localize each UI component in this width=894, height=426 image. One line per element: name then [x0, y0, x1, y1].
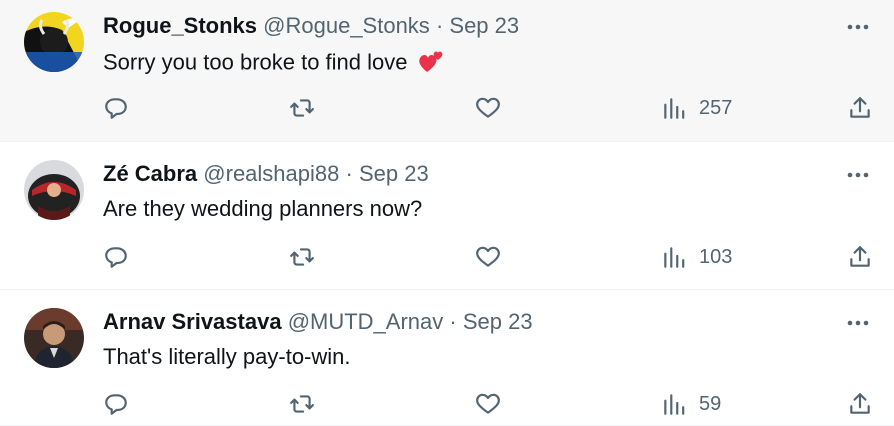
display-name[interactable]: Zé Cabra	[103, 161, 197, 186]
retweet-icon	[290, 248, 314, 266]
more-options-button[interactable]	[844, 308, 872, 336]
separator-dot: ·	[345, 161, 353, 186]
tweet-text: Are they wedding planners now?	[103, 196, 423, 221]
reply-icon	[105, 394, 127, 415]
share-button[interactable]	[847, 388, 873, 420]
user-handle[interactable]: @MUTD_Arnav	[288, 309, 444, 334]
share-icon	[850, 97, 870, 118]
views-icon	[664, 394, 685, 415]
reply-icon	[105, 98, 127, 119]
separator-dot: ·	[435, 13, 444, 38]
reply-feed: Rogue_Stonks @Rogue_Stonks · Sep 23 Sorr…	[0, 0, 894, 426]
retweet-icon	[290, 99, 314, 117]
tweet-actions: 103	[0, 241, 894, 273]
reply-button[interactable]	[103, 92, 129, 124]
display-name[interactable]: Arnav Srivastava	[103, 309, 282, 334]
user-handle[interactable]: @Rogue_Stonks	[263, 13, 430, 38]
display-name[interactable]: Rogue_Stonks	[103, 13, 257, 38]
tweet-text: Sorry you too broke to find love	[103, 46, 446, 81]
tweet-header: Zé Cabra @realshapi88 · Sep 23	[103, 160, 429, 188]
share-icon	[850, 393, 870, 414]
heart-icon	[476, 246, 500, 267]
heart-icon	[476, 97, 500, 118]
avatar[interactable]	[24, 160, 84, 220]
more-icon	[847, 17, 869, 35]
tweet[interactable]: Rogue_Stonks @Rogue_Stonks · Sep 23 Sorr…	[0, 0, 894, 142]
heart-icon	[476, 393, 500, 414]
views-button[interactable]: 103	[661, 241, 732, 273]
views-button[interactable]: 257	[661, 92, 732, 124]
share-button[interactable]	[847, 92, 873, 124]
tweet-actions: 59	[0, 388, 894, 420]
view-count: 103	[699, 245, 733, 268]
tweet-text: That's literally pay-to-win.	[103, 344, 351, 369]
two-hearts-icon	[418, 46, 446, 81]
view-count: 257	[699, 96, 733, 119]
more-options-button[interactable]	[844, 12, 872, 40]
view-count: 59	[699, 392, 722, 415]
views-button[interactable]: 59	[661, 388, 721, 420]
reply-button[interactable]	[103, 241, 129, 273]
retweet-button[interactable]	[289, 92, 315, 124]
more-options-button[interactable]	[844, 160, 872, 188]
reply-button[interactable]	[103, 388, 129, 420]
tweet-date[interactable]: Sep 23	[463, 309, 533, 334]
tweet-text-content: Sorry you too broke to find love	[103, 49, 408, 75]
share-button[interactable]	[847, 241, 873, 273]
retweet-icon	[290, 395, 314, 413]
views-icon	[664, 247, 685, 268]
more-icon	[847, 313, 869, 331]
tweet[interactable]: Zé Cabra @realshapi88 · Sep 23 Are they …	[0, 142, 894, 290]
avatar[interactable]	[24, 12, 84, 72]
like-button[interactable]	[475, 241, 501, 273]
share-icon	[850, 246, 870, 267]
separator-dot: ·	[449, 309, 457, 334]
retweet-button[interactable]	[289, 241, 315, 273]
tweet-header: Arnav Srivastava @MUTD_Arnav · Sep 23	[103, 308, 533, 336]
tweet-header: Rogue_Stonks @Rogue_Stonks · Sep 23	[103, 12, 519, 40]
reply-icon	[105, 247, 127, 268]
tweet-date[interactable]: Sep 23	[359, 161, 429, 186]
user-handle[interactable]: @realshapi88	[203, 161, 339, 186]
tweet-date[interactable]: Sep 23	[449, 13, 519, 38]
retweet-button[interactable]	[289, 388, 315, 420]
like-button[interactable]	[475, 92, 501, 124]
more-icon	[847, 165, 869, 183]
views-icon	[664, 98, 685, 119]
tweet[interactable]: Arnav Srivastava @MUTD_Arnav · Sep 23 Th…	[0, 290, 894, 426]
like-button[interactable]	[475, 388, 501, 420]
tweet-actions: 257	[0, 92, 894, 124]
avatar[interactable]	[24, 308, 84, 368]
